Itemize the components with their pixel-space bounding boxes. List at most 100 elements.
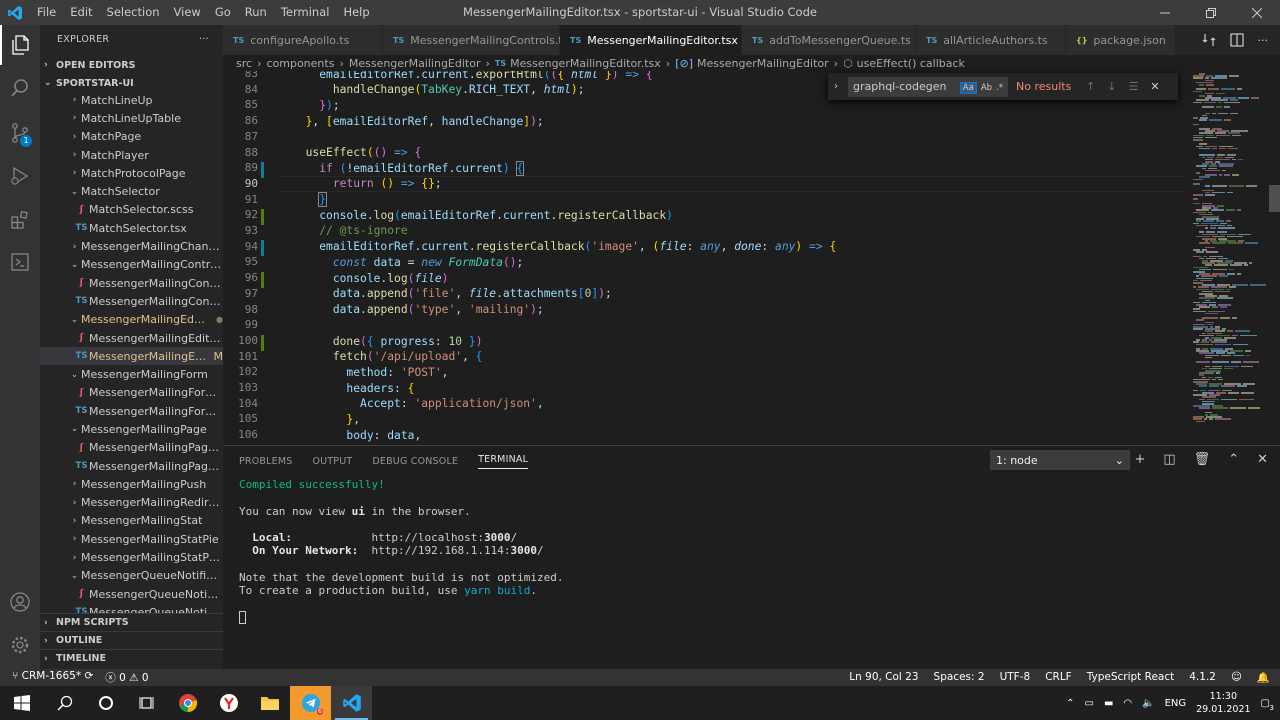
split-terminal-icon[interactable]: ◫ — [1163, 452, 1175, 467]
breadcrumb-file[interactable]: MessengerMailingEditor.tsx — [510, 57, 661, 70]
folder-item[interactable]: ⌄ MessengerQueueNotificati... — [40, 567, 223, 585]
tab-debug-console[interactable]: DEBUG CONSOLE — [372, 456, 458, 467]
restore-icon[interactable] — [1188, 0, 1234, 25]
close-window-icon[interactable] — [1234, 0, 1280, 25]
breadcrumb-symbol[interactable]: MessengerMailingEditor — [697, 57, 829, 70]
source-control-icon[interactable]: 1 — [0, 113, 40, 153]
tab-messengermailingcontrols-tsx[interactable]: TS MessengerMailingControls.tsx — [383, 25, 575, 55]
file-item[interactable]: TS MatchSelector.tsx — [40, 219, 223, 237]
tab-terminal[interactable]: TERMINAL — [478, 454, 529, 469]
breadcrumb-components[interactable]: components — [266, 57, 334, 70]
folder-item[interactable]: › MatchProtocolPage — [40, 164, 223, 182]
extensions-icon[interactable] — [0, 200, 40, 240]
toggle-replace-icon[interactable]: › — [834, 81, 848, 92]
minimap[interactable] — [1189, 71, 1269, 445]
menu-edit[interactable]: Edit — [63, 0, 99, 25]
close-find-icon[interactable]: ✕ — [1150, 80, 1159, 93]
tab-allarticleauthors-ts[interactable]: TS allArticleAuthors.ts — [916, 25, 1066, 55]
minimize-icon[interactable] — [1142, 0, 1188, 25]
file-item[interactable]: ʃ MessengerMailingControl... — [40, 274, 223, 292]
tab-messengermailingeditor-tsx[interactable]: TSMessengerMailingEditor.tsx✕ — [560, 25, 756, 55]
folder-item[interactable]: ⌄ MessengerMailingControls — [40, 256, 223, 274]
file-item[interactable]: TS MessengerMailingPage.tsx — [40, 457, 223, 475]
folder-item[interactable]: › MessengerMailingStatProgr... — [40, 548, 223, 566]
match-case-toggle[interactable]: Aa — [959, 82, 977, 94]
terminal-select[interactable]: 1: node ⌄ — [990, 450, 1130, 470]
windows-start-icon[interactable] — [0, 686, 44, 720]
account-icon[interactable] — [0, 582, 40, 622]
more-tab-actions-icon[interactable]: ··· — [1258, 34, 1269, 47]
file-item[interactable]: ʃ MessengerQueueNotificat... — [40, 585, 223, 603]
chrome-icon[interactable] — [167, 686, 208, 720]
menu-file[interactable]: File — [30, 0, 63, 25]
editor-scrollbar[interactable] — [1269, 185, 1280, 212]
file-item[interactable]: TSMessengerMailingControl... — [40, 292, 223, 310]
section-timeline[interactable]: › TIMELINE — [40, 649, 223, 667]
more-actions-icon[interactable]: ··· — [199, 34, 209, 45]
menu-selection[interactable]: Selection — [100, 0, 167, 25]
compare-changes-icon[interactable] — [1202, 33, 1216, 47]
section-npm-scripts[interactable]: › NPM SCRIPTS — [40, 613, 223, 631]
cursor-position[interactable]: Ln 90, Col 23 — [849, 671, 918, 684]
folder-item[interactable]: ⌄ MessengerMailingForm — [40, 365, 223, 383]
search-icon[interactable] — [44, 686, 85, 720]
folder-item[interactable]: › MatchPage — [40, 128, 223, 146]
folder-item[interactable]: › MessengerMailingChannels... — [40, 237, 223, 255]
file-item[interactable]: TS MessengerMailingForm.tsx — [40, 402, 223, 420]
split-editor-icon[interactable] — [1229, 33, 1244, 47]
breadcrumb-src[interactable]: src — [236, 57, 252, 70]
terminal-output[interactable]: Compiled successfully! You can now view … — [239, 478, 564, 625]
terminal-local-url[interactable]: http://localhost: — [371, 531, 484, 544]
battery-icon[interactable]: ▬ — [1104, 698, 1113, 709]
folder-item[interactable]: › MatchLineUpTable — [40, 109, 223, 127]
kill-terminal-icon[interactable]: 🗑 — [1194, 452, 1211, 467]
code-content[interactable]: emailEditorRef.current.exportHtml(({ htm… — [292, 71, 1192, 442]
next-match-icon[interactable]: ↓ — [1107, 80, 1116, 93]
breadcrumb-callback[interactable]: useEffect() callback — [857, 57, 965, 70]
cortana-icon[interactable] — [85, 686, 126, 720]
ts-version[interactable]: 4.1.2 — [1189, 671, 1216, 684]
menu-run[interactable]: Run — [238, 0, 274, 25]
feedback-icon[interactable]: ☺ — [1231, 671, 1242, 684]
tray-overflow-icon[interactable]: ⌃ — [1066, 698, 1074, 709]
match-word-toggle[interactable]: Ab — [981, 83, 992, 93]
file-item[interactable]: ʃ MessengerMailingPage.scss — [40, 439, 223, 457]
breadcrumb-folder[interactable]: MessengerMailingEditor — [349, 57, 481, 70]
folder-item[interactable]: ⌄ MessengerMailingPage — [40, 420, 223, 438]
file-item[interactable]: ʃ MessengerMailingForm.scss — [40, 384, 223, 402]
encoding[interactable]: UTF-8 — [1000, 671, 1031, 684]
language-mode[interactable]: TypeScript React — [1087, 671, 1175, 684]
folder-item[interactable]: › MessengerMailingPush — [40, 475, 223, 493]
find-input[interactable]: graphql-codegen Aa Ab .* — [848, 76, 1008, 97]
problems-status[interactable]: ⓧ 0 ⚠ 0 — [105, 670, 148, 685]
folder-item[interactable]: › MessengerMailingRedirects... — [40, 494, 223, 512]
tab-addtomessengerqueue-ts[interactable]: TS addToMessengerQueue.ts — [742, 25, 916, 55]
tab-package-json[interactable]: {} package.json — [1066, 25, 1176, 55]
close-panel-icon[interactable]: ✕ — [1257, 452, 1268, 467]
menu-view[interactable]: View — [167, 0, 208, 25]
file-explorer-icon[interactable] — [249, 686, 290, 720]
find-in-selection-icon[interactable]: ☰ — [1128, 80, 1138, 93]
previous-match-icon[interactable]: ↑ — [1086, 80, 1095, 93]
folder-item[interactable]: › MessengerMailingStat — [40, 512, 223, 530]
code-editor[interactable]: 83 84 85 86 87 88 89 90 91 92 93 94 95 96 97 98 99 100 101… — [223, 71, 1280, 445]
remote-explorer-icon[interactable] — [0, 242, 40, 282]
run-debug-icon[interactable] — [0, 156, 40, 196]
file-item[interactable]: ʃ MessengerMailingEditor.s... — [40, 329, 223, 347]
branch-status[interactable]: ⑂ CRM-1665* ⟳ — [12, 670, 93, 685]
action-center-icon[interactable]: ▢ 3 — [1261, 698, 1274, 712]
folder-item[interactable]: ⌄ MessengerMailingEdi... ● — [40, 311, 223, 329]
network-icon[interactable]: ▭ — [1084, 698, 1093, 709]
open-editors-section[interactable]: › OPEN EDITORS — [40, 56, 223, 74]
keyboard-language[interactable]: ENG — [1165, 698, 1187, 709]
vscode-taskbar-icon[interactable] — [331, 686, 372, 720]
file-item[interactable]: ʃ MatchSelector.scss — [40, 201, 223, 219]
manage-gear-icon[interactable] — [0, 625, 40, 665]
volume-icon[interactable]: 🔈 — [1142, 698, 1154, 709]
maximize-panel-icon[interactable]: ⌃ — [1228, 452, 1239, 467]
clock[interactable]: 11:30 29.01.2021 — [1196, 690, 1250, 716]
tab-configureapollo-ts[interactable]: TS configureApollo.ts — [223, 25, 383, 55]
file-item[interactable]: TS MessengerMailingEd... M — [40, 347, 223, 366]
folder-item[interactable]: › MessengerMailingStatPie — [40, 530, 223, 548]
yandex-browser-icon[interactable] — [208, 686, 249, 720]
